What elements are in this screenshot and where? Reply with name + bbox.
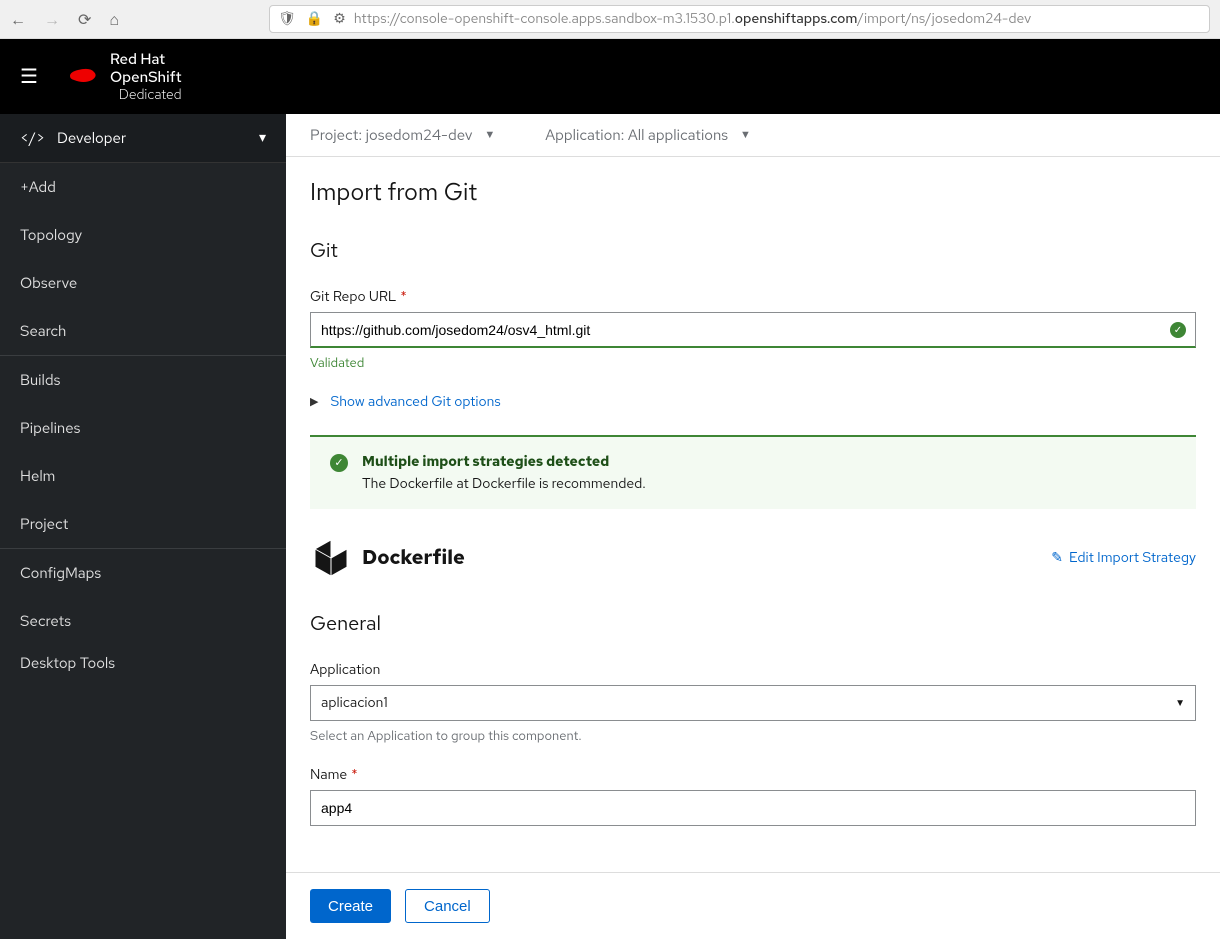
create-button[interactable]: Create	[310, 889, 391, 923]
sidebar-item-add[interactable]: +Add	[0, 163, 286, 211]
main-content: Project: josedom24-dev ▼ Application: Al…	[286, 114, 1220, 939]
form-footer: Create Cancel	[286, 872, 1220, 939]
brand-logo[interactable]: Red Hat OpenShift Dedicated	[68, 50, 182, 104]
code-icon: </>	[20, 128, 45, 148]
home-icon[interactable]: ⌂	[109, 9, 119, 30]
sidebar-item-observe[interactable]: Observe	[0, 259, 286, 307]
permissions-icon[interactable]: ⚙︎	[333, 10, 346, 28]
application-select[interactable]: aplicacion1 ▼	[310, 685, 1196, 721]
general-section-title: General	[310, 611, 1196, 637]
page-title: Import from Git	[310, 177, 1196, 208]
git-url-label: Git Repo URL*	[310, 288, 1196, 306]
back-icon[interactable]: ←	[10, 9, 26, 30]
reload-icon[interactable]: ⟳	[78, 9, 91, 30]
masthead: ☰ Red Hat OpenShift Dedicated	[0, 39, 1220, 114]
name-field-label: Name*	[310, 766, 1196, 784]
url-bar[interactable]: 🛡︎ 🔒 ⚙︎ https://console-openshift-consol…	[269, 5, 1210, 33]
chevron-down-icon: ▼	[740, 128, 751, 142]
check-circle-icon: ✓	[330, 454, 348, 472]
url-text: https://console-openshift-console.apps.s…	[354, 10, 1031, 28]
chevron-down-icon: ▾	[259, 129, 266, 147]
hamburger-icon[interactable]: ☰	[20, 64, 38, 90]
project-selector[interactable]: Project: josedom24-dev ▼	[310, 125, 495, 145]
git-section-title: Git	[310, 238, 1196, 264]
git-url-validated: Validated	[310, 354, 1196, 371]
application-selector[interactable]: Application: All applications ▼	[545, 125, 751, 145]
cancel-button[interactable]: Cancel	[405, 889, 490, 923]
application-label: Application: All applications	[545, 125, 728, 145]
sidebar-item-pipelines[interactable]: Pipelines	[0, 404, 286, 452]
redhat-icon	[68, 66, 100, 88]
pencil-icon: ✎	[1051, 549, 1063, 567]
strategy-name: Dockerfile	[362, 545, 465, 571]
application-field-label: Application	[310, 661, 1196, 679]
application-select-value: aplicacion1	[321, 694, 388, 712]
browser-toolbar: ← → ⟳ ⌂ 🛡︎ 🔒 ⚙︎ https://console-openshif…	[0, 0, 1220, 39]
caret-down-icon: ▼	[1175, 697, 1185, 710]
project-label: Project: josedom24-dev	[310, 125, 472, 145]
shield-icon[interactable]: 🛡︎	[278, 10, 296, 28]
sidebar: </> Developer ▾ +Add Topology Observe Se…	[0, 114, 286, 939]
name-input[interactable]	[310, 790, 1196, 826]
perspective-label: Developer	[57, 128, 126, 148]
sidebar-item-configmaps[interactable]: ConfigMaps	[0, 549, 286, 597]
lock-icon[interactable]: 🔒	[306, 10, 323, 28]
sidebar-item-secrets[interactable]: Secrets	[0, 597, 286, 645]
advanced-git-toggle[interactable]: ▶ Show advanced Git options	[310, 393, 1196, 411]
perspective-switcher[interactable]: </> Developer ▾	[0, 114, 286, 163]
sidebar-item-search[interactable]: Search	[0, 307, 286, 355]
forward-icon[interactable]: →	[44, 9, 60, 30]
context-bar: Project: josedom24-dev ▼ Application: Al…	[286, 114, 1220, 157]
docker-icon	[310, 537, 352, 579]
edit-strategy-link[interactable]: ✎ Edit Import Strategy	[1051, 549, 1196, 567]
alert-title: Multiple import strategies detected	[362, 453, 646, 471]
application-help: Select an Application to group this comp…	[310, 727, 1196, 744]
strategy-alert: ✓ Multiple import strategies detected Th…	[310, 435, 1196, 509]
sidebar-item-desktop-tools[interactable]: Desktop Tools	[0, 645, 286, 687]
sidebar-item-project[interactable]: Project	[0, 500, 286, 548]
git-url-input[interactable]	[310, 312, 1196, 348]
alert-description: The Dockerfile at Dockerfile is recommen…	[362, 475, 646, 493]
sidebar-item-helm[interactable]: Helm	[0, 452, 286, 500]
check-icon: ✓	[1170, 322, 1186, 338]
advanced-git-label: Show advanced Git options	[330, 393, 500, 411]
sidebar-item-builds[interactable]: Builds	[0, 356, 286, 404]
caret-right-icon: ▶	[310, 395, 318, 409]
chevron-down-icon: ▼	[484, 128, 495, 142]
sidebar-item-topology[interactable]: Topology	[0, 211, 286, 259]
